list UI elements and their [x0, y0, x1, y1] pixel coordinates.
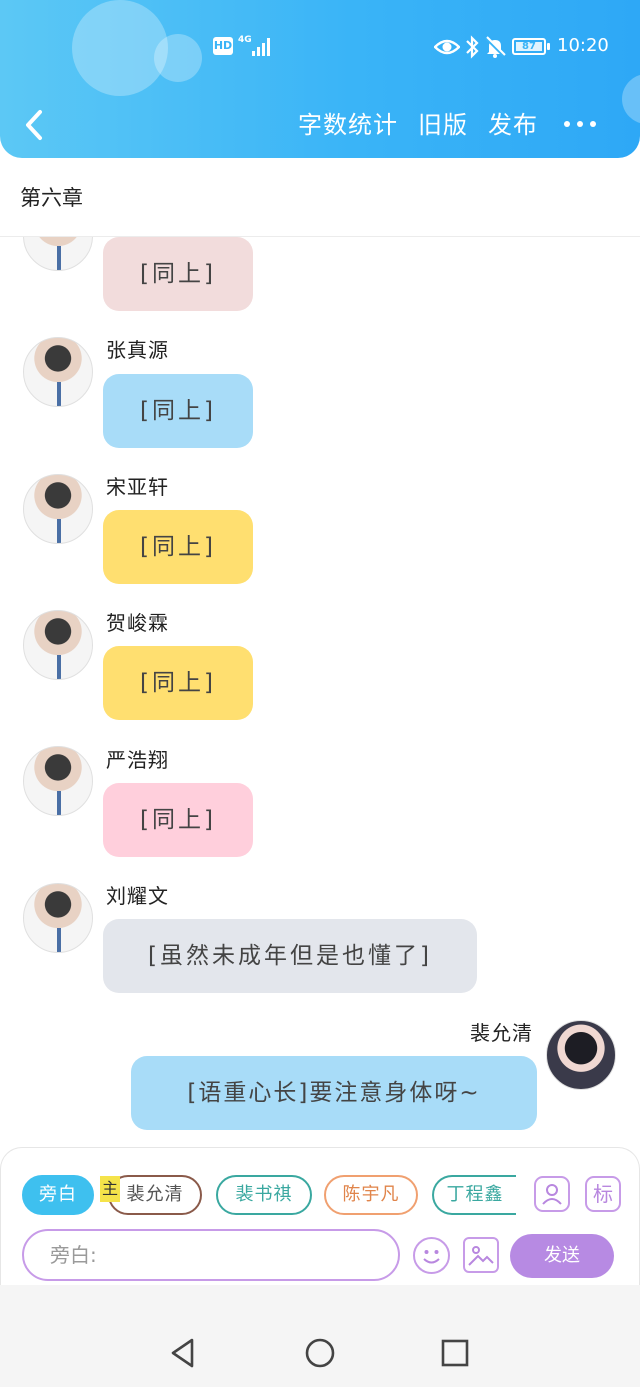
status-bar: HD 4G 87 10:20: [0, 30, 640, 66]
battery-icon: 87: [512, 38, 550, 55]
message-bubble[interactable]: [同上]: [103, 783, 253, 857]
home-circle-icon[interactable]: [304, 1337, 336, 1369]
avatar[interactable]: [23, 746, 93, 816]
chapter-title[interactable]: 第六章: [20, 180, 83, 216]
message-input[interactable]: 旁白:: [22, 1229, 400, 1281]
avatar[interactable]: [546, 1020, 616, 1090]
avatar[interactable]: [23, 337, 93, 407]
sender-name: 严浩翔: [106, 748, 169, 772]
mute-bell-icon: [484, 36, 506, 58]
network-type: 4G: [238, 35, 252, 45]
tag-button[interactable]: 标: [585, 1176, 621, 1212]
character-chip[interactable]: 陈宇凡: [324, 1175, 418, 1215]
sender-name: 裴允清: [470, 1021, 533, 1045]
chevron-left-icon[interactable]: [20, 107, 50, 143]
sender-name: 张真源: [106, 338, 169, 362]
recents-square-icon[interactable]: [441, 1339, 469, 1367]
image-icon[interactable]: [463, 1237, 499, 1273]
publish-button[interactable]: 发布: [488, 108, 538, 142]
message-bubble[interactable]: [同上]: [103, 237, 253, 311]
clock: 10:20: [557, 35, 609, 56]
avatar[interactable]: [23, 610, 93, 680]
more-dots-icon[interactable]: [560, 112, 600, 136]
sender-name: 宋亚轩: [106, 475, 169, 499]
bluetooth-icon: [466, 35, 479, 59]
avatar[interactable]: [23, 474, 93, 544]
message-bubble[interactable]: [同上]: [103, 374, 253, 448]
app-header: HD 4G 87 10:20 字数统计 旧版 发布: [0, 0, 640, 158]
message-bubble[interactable]: [同上]: [103, 646, 253, 720]
signal-icon: [252, 38, 272, 56]
person-icon[interactable]: [534, 1176, 570, 1212]
system-nav-bar: [0, 1285, 640, 1387]
chat-list[interactable]: [同上] 张真源 [同上] 宋亚轩 [同上] 贺峻霖 [同上] 严浩翔 [同上]…: [0, 237, 640, 1147]
word-count-button[interactable]: 字数统计: [298, 108, 398, 142]
character-chip[interactable]: 裴允清: [108, 1175, 202, 1215]
old-version-button[interactable]: 旧版: [418, 108, 468, 142]
character-chip[interactable]: 裴书祺: [216, 1175, 312, 1215]
emoji-icon[interactable]: [413, 1237, 450, 1274]
avatar[interactable]: [23, 237, 93, 271]
back-triangle-icon[interactable]: [168, 1337, 198, 1369]
main-character-tag: 主: [100, 1176, 120, 1202]
message-bubble[interactable]: [同上]: [103, 510, 253, 584]
sender-name: 刘耀文: [106, 884, 169, 908]
send-button[interactable]: 发送: [510, 1234, 614, 1278]
decor-bubble: [622, 74, 640, 124]
message-bubble[interactable]: [虽然未成年但是也懂了]: [103, 919, 477, 993]
battery-level: 87: [522, 41, 536, 52]
hd-indicator: HD: [213, 37, 233, 55]
eye-icon: [434, 39, 460, 55]
message-bubble[interactable]: [语重心长]要注意身体呀~: [131, 1056, 537, 1130]
sender-name: 贺峻霖: [106, 611, 169, 635]
narration-chip[interactable]: 旁白: [22, 1175, 94, 1215]
avatar[interactable]: [23, 883, 93, 953]
character-chip[interactable]: 丁程鑫: [432, 1175, 516, 1215]
